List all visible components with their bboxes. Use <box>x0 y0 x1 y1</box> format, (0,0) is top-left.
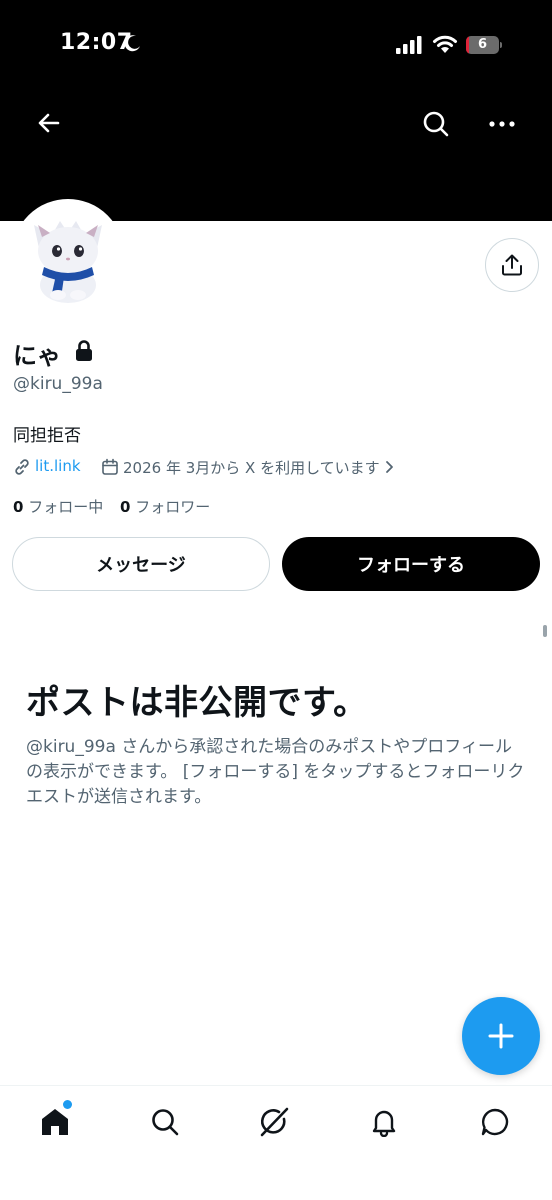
share-icon <box>502 254 522 276</box>
battery-level-text: 6 <box>477 37 488 52</box>
back-button[interactable] <box>30 104 68 142</box>
joined-date[interactable]: 2026 年 3月から X を利用しています <box>123 457 380 478</box>
nav-messages[interactable] <box>473 1100 517 1144</box>
user-handle: @kiru_99a <box>13 374 103 394</box>
nav-grok[interactable] <box>252 1100 296 1144</box>
profile-banner: 12:07 6 <box>0 0 552 221</box>
profile-bio: 同担拒否 <box>13 426 81 446</box>
link-icon <box>15 459 29 475</box>
followers-link[interactable]: 0 フォロワー <box>120 496 210 517</box>
share-button[interactable] <box>485 238 539 292</box>
profile-link[interactable]: lit.link <box>35 457 81 475</box>
avatar-image <box>16 203 120 307</box>
moon-icon <box>124 35 140 52</box>
search-icon <box>423 111 449 137</box>
plus-icon <box>488 1023 514 1049</box>
messages-icon <box>481 1108 509 1136</box>
private-posts-title: ポストは非公開です。 <box>26 683 368 723</box>
search-button[interactable] <box>416 104 456 144</box>
wifi-icon <box>433 35 457 53</box>
home-icon <box>42 1109 68 1135</box>
nav-notifications[interactable] <box>362 1100 406 1144</box>
bottom-navigation <box>0 1085 552 1200</box>
more-horizontal-icon <box>489 121 515 127</box>
follow-button[interactable]: フォローする <box>282 537 540 591</box>
following-link[interactable]: 0 フォロー中 <box>13 496 103 517</box>
following-label: フォロー中 <box>28 498 104 516</box>
followers-count: 0 <box>120 498 131 516</box>
status-bar: 12:07 6 <box>0 0 552 90</box>
cellular-signal-icon <box>396 36 422 54</box>
lock-icon <box>76 340 92 361</box>
display-name: にゃ <box>13 342 61 370</box>
grok-icon <box>260 1107 289 1137</box>
nav-search[interactable] <box>143 1100 187 1144</box>
scroll-indicator <box>543 625 547 637</box>
following-count: 0 <box>13 498 24 516</box>
status-time: 12:07 <box>60 30 133 55</box>
profile-meta: lit.link 2026 年 3月から X を利用しています <box>13 456 533 478</box>
message-button[interactable]: メッセージ <box>12 537 270 591</box>
notifications-icon <box>372 1110 396 1137</box>
home-unread-dot <box>63 1100 72 1109</box>
private-posts-description: @kiru_99a さんから承認された場合のみポストやプロフィールの表示ができま… <box>26 737 525 807</box>
profile-avatar[interactable] <box>12 199 124 311</box>
battery-indicator: 6 <box>466 36 502 54</box>
arrow-left-icon <box>38 113 60 133</box>
chevron-right-icon <box>386 461 393 473</box>
calendar-icon <box>102 458 118 475</box>
compose-post-button[interactable] <box>462 997 540 1075</box>
more-button[interactable] <box>482 104 522 144</box>
search-icon <box>152 1109 179 1136</box>
followers-label: フォロワー <box>135 498 211 516</box>
